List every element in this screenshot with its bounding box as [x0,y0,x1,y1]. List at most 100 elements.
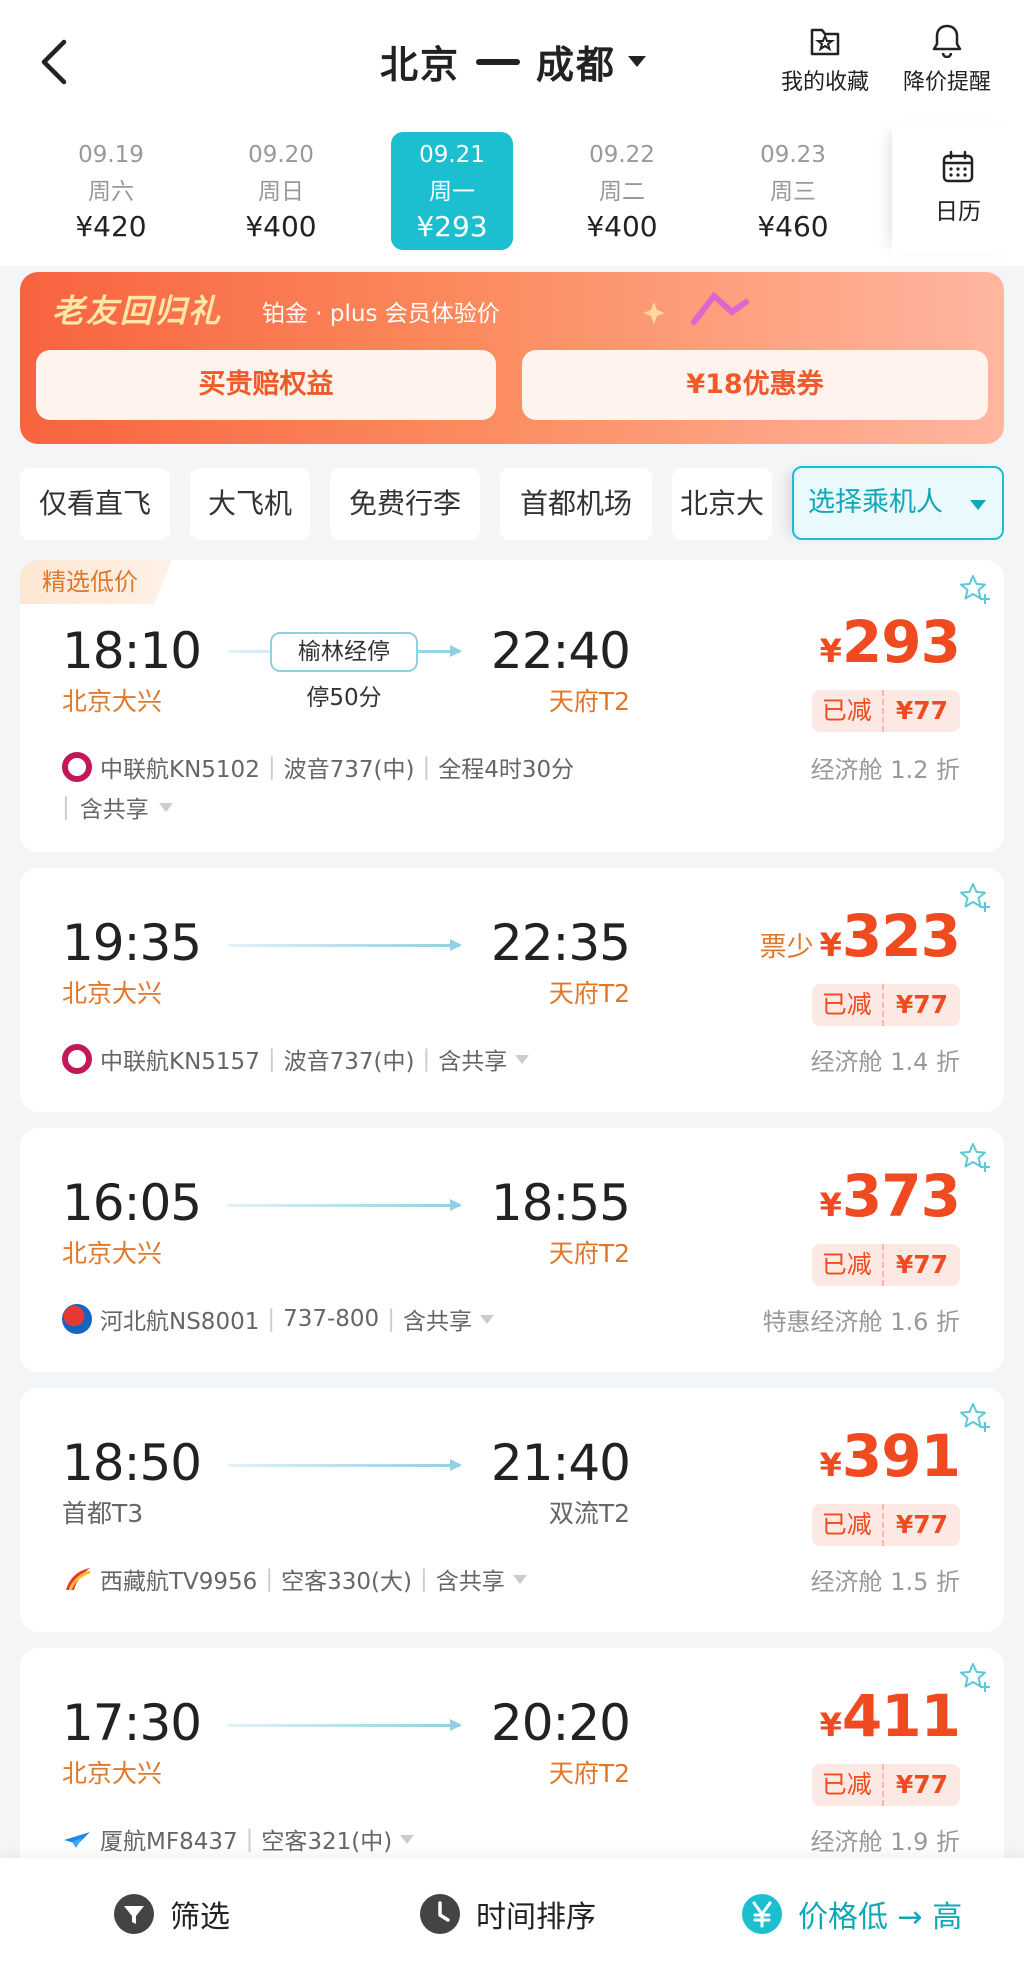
departure-airport: 北京大兴 [62,687,163,716]
airline-info: 中联航KN5157 | 波音737(中) | 含共享 [62,1042,530,1076]
departure-airport: 北京大兴 [62,1759,163,1788]
weekday-label: 周一 [429,179,475,205]
divider: | [62,794,70,820]
price-sort-label: 价格低 → 高 [798,1900,963,1935]
caret-down-icon [628,56,647,67]
date-price: ¥460 [757,210,829,243]
discount-label: 已减 [812,1764,884,1806]
discount-value: ¥77 [895,990,948,1019]
filter-button[interactable]: 筛选 [112,1890,230,1938]
date-price: ¥293 [416,210,488,243]
cabin-class: 经济舱 1.4 折 [810,1048,960,1076]
aircraft-type: 737-800 [283,1306,380,1332]
divider: | [387,1306,395,1332]
price: ¥293 [820,608,961,676]
date-item-selected[interactable]: 09.21 周一 ¥293 [391,132,513,250]
favorite-star-icon[interactable] [958,880,992,914]
aircraft-type: 波音737(中) [283,1049,415,1075]
filter-chip-capital-airport[interactable]: 首都机场 [500,468,652,540]
flight-number: 西藏航TV9956 [100,1569,258,1595]
flight-card[interactable]: 精选低价 18:10 北京大兴 榆林经停 停50分 22:40 天府T2 ¥29… [20,560,1004,852]
date-label: 09.19 [78,142,144,168]
flight-card[interactable]: 17:30 北京大兴 20:20 天府T2 ¥411 已减 ¥77 经济舱 1.… [20,1648,1004,1892]
price-value: 391 [841,1422,961,1490]
origin-city: 北京 [380,43,461,87]
divider: | [265,1566,274,1592]
date-label: 09.20 [248,142,314,168]
weekday-label: 周日 [258,179,304,205]
favorite-star-icon[interactable] [958,1660,992,1694]
date-item[interactable]: 09.22 周二 ¥400 [567,132,677,250]
caret-down-icon [970,500,986,510]
favorite-star-icon[interactable] [958,1400,992,1434]
codeshare-label[interactable]: 含共享 [403,1302,472,1336]
arrival-airport: 天府T2 [548,979,630,1008]
low-stock-label: 票少 [759,932,814,963]
departure-time: 17:30 [62,1694,202,1752]
filter-chip-direct[interactable]: 仅看直飞 [20,468,170,540]
discount-label: 已减 [812,984,884,1026]
filter-chip-daxing[interactable]: 北京大 [672,468,772,540]
weekday-label: 周三 [770,179,816,205]
divider: | [419,1566,428,1592]
airline-info: 中联航KN5102 | 波音737(中) | 全程4时30分 [62,750,574,784]
codeshare-label[interactable]: 含共享 [436,1562,505,1596]
price: ¥391 [819,1422,961,1490]
filter-chip-large-aircraft[interactable]: 大飞机 [190,468,310,540]
passenger-select-button[interactable]: 选择乘机人 [792,466,1004,540]
arrival-airport: 天府T2 [548,1239,630,1268]
calendar-icon [942,150,974,183]
flight-arrow [228,1459,462,1471]
flight-arrow [228,1719,462,1731]
flight-arrow [228,1199,462,1211]
date-item[interactable]: 09.20 周日 ¥400 [226,132,336,250]
header: 北京 成都 我的收藏 降价提醒 [0,0,1024,124]
back-button[interactable] [36,36,84,92]
departure-time: 18:50 [62,1434,202,1492]
codeshare-label[interactable]: 含共享 [438,1042,507,1076]
flight-card[interactable]: 19:35 北京大兴 22:35 天府T2 票少 ¥323 已减 ¥77 经济舱 … [20,868,1004,1112]
price-alert-button[interactable]: 降价提醒 [892,22,1002,96]
date-price: ¥400 [245,210,317,243]
currency-symbol: ¥ [819,1706,842,1744]
flight-card[interactable]: 18:50 首都T3 21:40 双流T2 ¥391 已减 ¥77 经济舱 1.… [20,1388,1004,1632]
date-item[interactable]: 09.23 周三 ¥460 [738,132,848,250]
favorite-star-icon[interactable] [958,1140,992,1174]
currency-symbol: ¥ [819,1446,842,1484]
date-price: ¥400 [586,210,658,243]
time-sort-button[interactable]: 时间排序 [418,1890,596,1938]
route-title[interactable]: 北京 成都 [380,34,647,89]
airline-logo-icon [62,1044,92,1074]
route-separator [476,58,521,65]
departure-airport: 北京大兴 [62,1239,163,1268]
price-sort-button[interactable]: 价格低 → 高 [740,1890,962,1938]
codeshare-row[interactable]: | 含共享 [62,790,173,824]
caret-down-icon [158,802,173,812]
bell-icon [932,24,962,58]
divider: | [267,754,276,780]
cabin-class: 经济舱 1.5 折 [810,1568,960,1596]
favorite-star-icon[interactable] [958,572,992,606]
discount-badge: 已减 ¥77 [811,1244,960,1286]
calendar-button[interactable]: 日历 [892,124,1024,254]
caret-down-icon[interactable] [400,1834,415,1844]
airline-logo-icon [66,1568,91,1591]
coupon-button[interactable]: ¥18优惠券 [522,350,988,420]
time-sort-label: 时间排序 [476,1900,596,1935]
codeshare-label: 含共享 [79,797,149,823]
date-item[interactable]: 09.19 周六 ¥420 [56,132,166,250]
total-duration: 全程4时30分 [438,757,575,783]
date-price: ¥420 [75,210,147,243]
date-strip: 09.19 周六 ¥420 09.20 周日 ¥400 09.21 周一 ¥29… [0,124,1024,266]
bottom-bar: 筛选 时间排序 价格低 → 高 [0,1858,1024,1979]
filter-chip-free-baggage[interactable]: 免费行李 [330,468,480,540]
yen-icon [742,1894,782,1934]
price-value: 323 [841,902,961,970]
flight-number: 河北航NS8001 [100,1309,260,1335]
flight-number: 中联航KN5102 [100,757,260,783]
discount-label: 已减 [812,1244,884,1286]
date-label: 09.22 [589,142,655,168]
price-guarantee-button[interactable]: 买贵赔权益 [36,350,496,420]
flight-card[interactable]: 16:05 北京大兴 18:55 天府T2 ¥373 已减 ¥77 特惠经济舱 … [20,1128,1004,1372]
favorites-button[interactable]: 我的收藏 [770,22,880,96]
